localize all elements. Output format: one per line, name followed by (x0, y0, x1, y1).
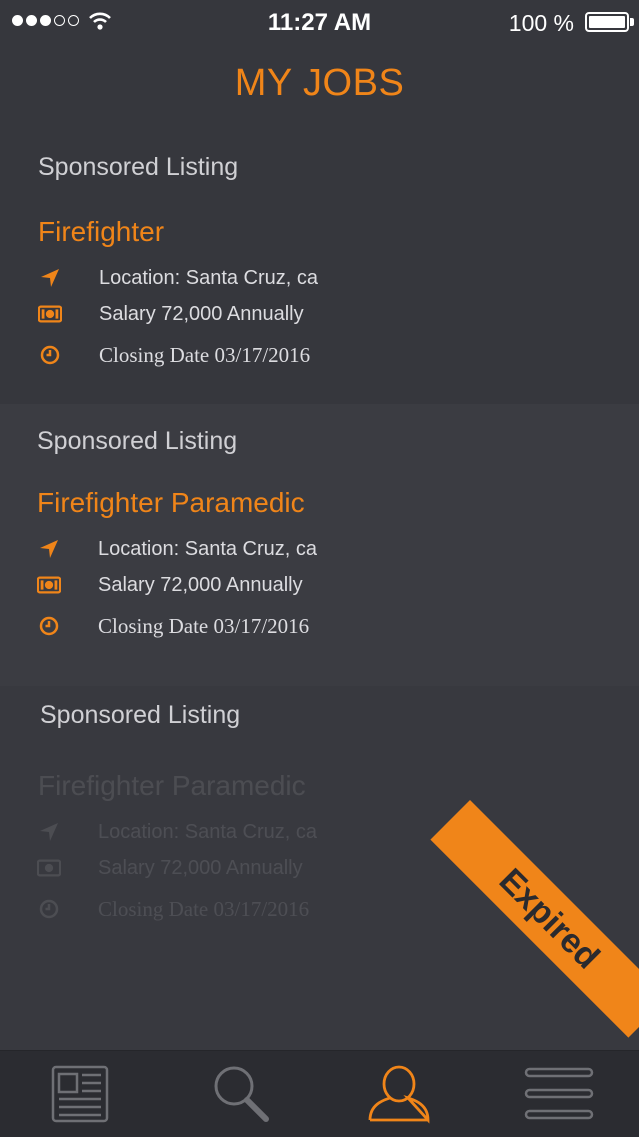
search-icon (214, 1066, 269, 1122)
closing-date-text: Closing Date 03/17/2016 (98, 896, 310, 921)
sponsored-label: Sponsored Listing (37, 427, 238, 455)
job-card[interactable]: Sponsored Listing Firefighter Paramedic … (0, 404, 639, 686)
closing-row: Closing Date 03/17/2016 (37, 897, 309, 921)
profile-icon (368, 1065, 430, 1124)
tab-menu[interactable] (479, 1051, 639, 1137)
location-arrow-icon (37, 537, 61, 561)
menu-icon (524, 1067, 594, 1120)
tab-news[interactable] (0, 1051, 160, 1137)
salary-row: Salary 72,000 Annually (38, 302, 304, 326)
location-row: Location: Santa Cruz, ca (38, 266, 318, 290)
money-icon (37, 573, 61, 597)
sponsored-label: Sponsored Listing (40, 701, 241, 729)
location-row: Location: Santa Cruz, ca (37, 537, 317, 561)
closing-row: Closing Date 03/17/2016 (37, 614, 309, 638)
location-text: Location: Santa Cruz, ca (98, 820, 318, 843)
clock-icon (37, 897, 61, 921)
job-title: Firefighter Paramedic (38, 770, 306, 801)
money-icon (37, 856, 61, 880)
salary-row: Salary 72,000 Annually (37, 856, 303, 880)
location-arrow-icon (38, 266, 62, 290)
location-text: Location: Santa Cruz, ca (99, 266, 319, 289)
salary-text: Salary 72,000 Annually (99, 302, 304, 325)
money-icon (38, 302, 62, 326)
location-row: Location: Santa Cruz, ca (37, 820, 317, 844)
sponsored-label: Sponsored Listing (38, 153, 239, 181)
expired-ribbon: Expired (430, 800, 639, 1038)
job-card[interactable]: Sponsored Listing Firefighter Location: … (0, 132, 639, 404)
tab-bar (0, 1050, 639, 1137)
expired-label: Expired (492, 860, 608, 976)
battery-icon (585, 12, 629, 32)
closing-date-text: Closing Date 03/17/2016 (98, 613, 310, 638)
location-arrow-icon (37, 820, 61, 844)
page-title: MY JOBS (234, 62, 405, 104)
job-title[interactable]: Firefighter (38, 216, 164, 248)
tab-profile[interactable] (320, 1051, 480, 1137)
clock-icon (38, 343, 62, 367)
closing-date-text: Closing Date 03/17/2016 (99, 342, 311, 367)
battery-percent: 100 % (508, 10, 574, 36)
news-icon (51, 1065, 109, 1123)
closing-row: Closing Date 03/17/2016 (38, 343, 310, 367)
salary-row: Salary 72,000 Annually (37, 573, 303, 597)
job-card-expired[interactable]: Sponsored Listing Firefighter Paramedic … (0, 686, 639, 1050)
tab-search[interactable] (160, 1051, 320, 1137)
job-title[interactable]: Firefighter Paramedic (37, 487, 305, 519)
clock-icon (37, 614, 61, 638)
salary-text: Salary 72,000 Annually (98, 856, 303, 879)
location-text: Location: Santa Cruz, ca (98, 537, 318, 560)
status-bar: 11:27 AM 100 % (0, 0, 639, 44)
salary-text: Salary 72,000 Annually (98, 573, 303, 596)
